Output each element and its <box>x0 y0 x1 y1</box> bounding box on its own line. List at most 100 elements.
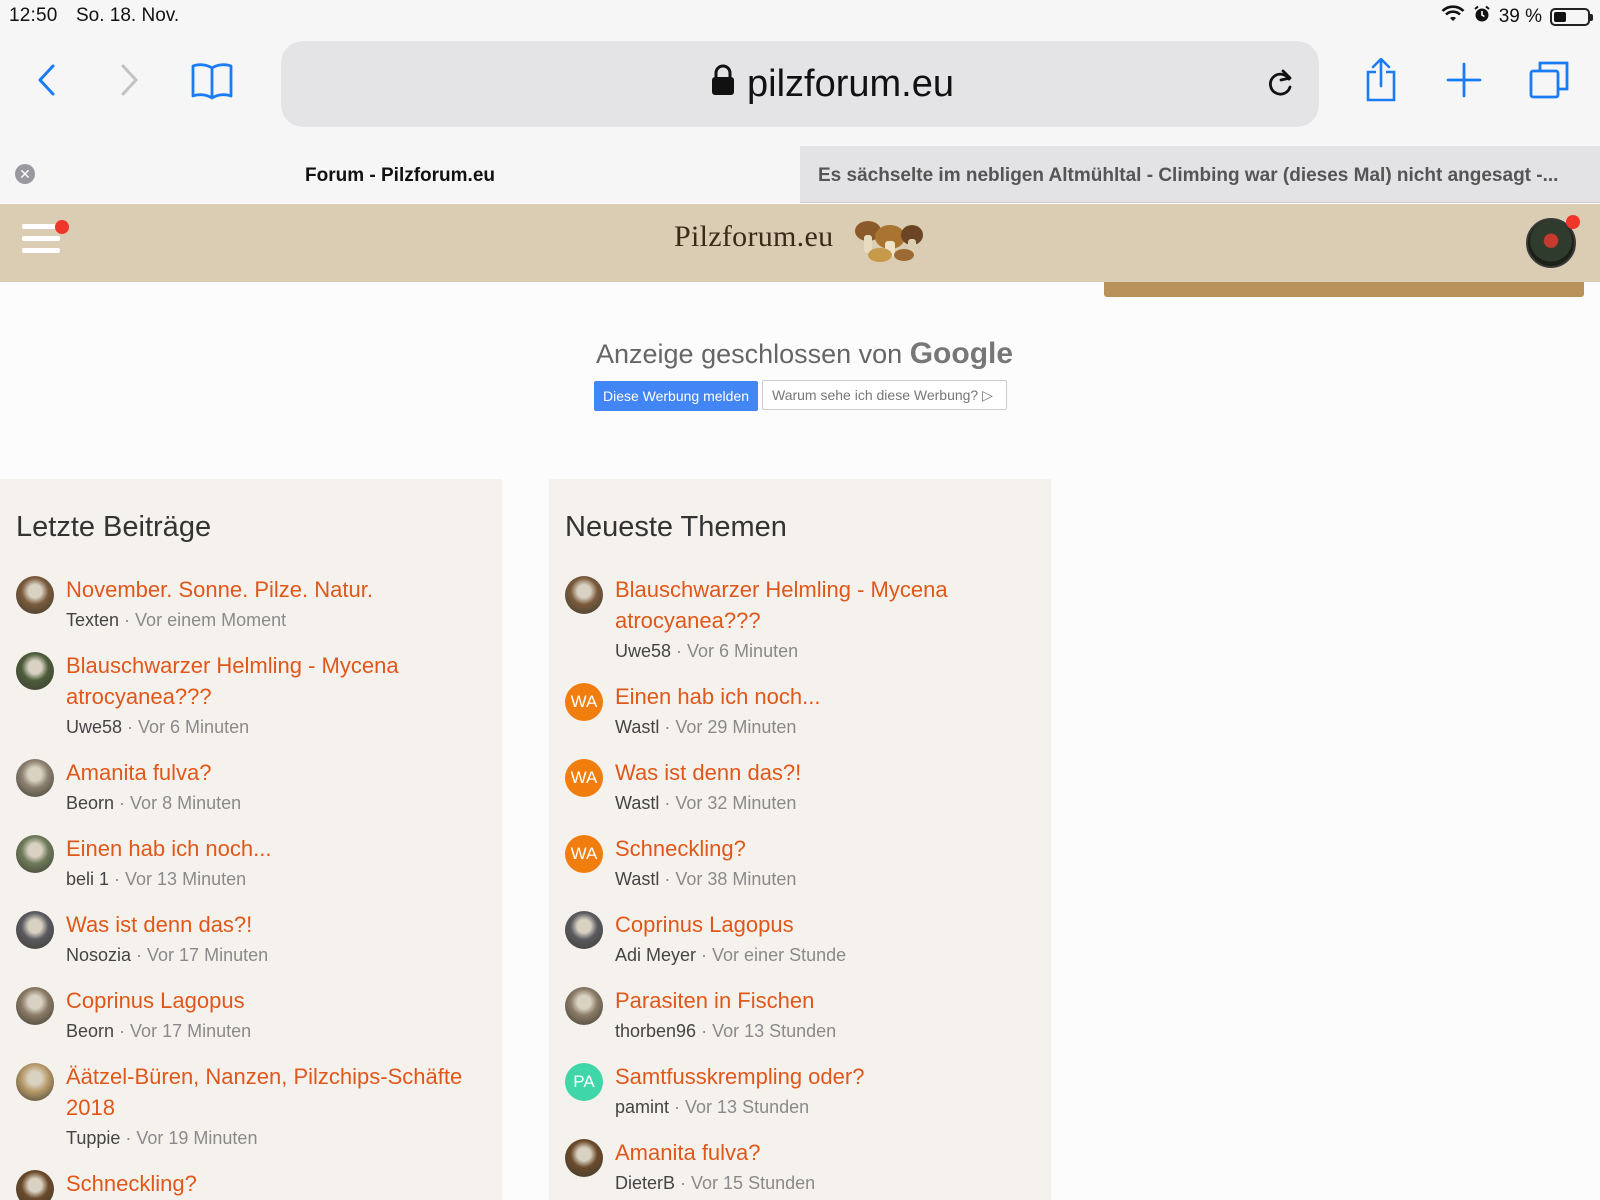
topic-link[interactable]: Amanita fulva? <box>66 757 496 788</box>
avatar[interactable] <box>565 576 603 614</box>
author-name[interactable]: Uwe58 <box>615 641 671 661</box>
topic-link[interactable]: Was ist denn das?! <box>615 757 1045 788</box>
author-name[interactable]: Wastl <box>615 869 659 889</box>
topic-link[interactable]: Coprinus Lagopus <box>66 985 496 1016</box>
meta-separator: · <box>696 945 713 965</box>
bookmarks-icon[interactable] <box>188 56 236 104</box>
back-icon[interactable] <box>23 56 71 104</box>
topic-link[interactable]: Blauschwarzer Helmling - Mycena atrocyan… <box>615 574 1045 636</box>
alarm-icon <box>1473 5 1491 29</box>
user-avatar[interactable] <box>1526 215 1580 270</box>
author-name[interactable]: Nosozia <box>66 945 131 965</box>
list-item: Coprinus Lagopus Beorn · Vor 17 Minuten <box>16 985 496 1046</box>
topic-link[interactable]: Samtfusskrempling oder? <box>615 1061 1045 1092</box>
ad-closed-text: Anzeige geschlossen von <box>596 339 903 369</box>
avatar[interactable] <box>16 1170 54 1200</box>
why-ad-button[interactable]: Warum sehe ich diese Werbung? ▷ <box>762 380 1007 410</box>
author-name[interactable]: Texten <box>66 610 119 630</box>
topic-link[interactable]: Amanita fulva? <box>615 1137 1045 1168</box>
report-ad-button[interactable]: Diese Werbung melden <box>594 381 758 411</box>
url-display[interactable]: pilzforum.eu <box>711 63 954 106</box>
post-meta: Tuppie · Vor 19 Minuten <box>66 1123 496 1153</box>
topic-link[interactable]: Schneckling? <box>615 833 1045 864</box>
post-time: Vor 13 Stunden <box>712 1021 837 1041</box>
status-right: 39 % <box>1441 5 1593 29</box>
avatar[interactable] <box>565 911 603 949</box>
post-meta: Nosozia · Vor 17 Minuten <box>66 940 496 970</box>
author-name[interactable]: Wastl <box>615 717 659 737</box>
avatar[interactable]: WA <box>565 759 603 797</box>
post-meta: thorben96 · Vor 13 Stunden <box>615 1016 1045 1046</box>
reload-icon[interactable] <box>1265 67 1295 104</box>
list-item: Was ist denn das?! Nosozia · Vor 17 Minut… <box>16 909 496 970</box>
site-logo[interactable]: Pilzforum.eu <box>674 220 833 254</box>
tab-title: Es sächselte im nebligen Altmühltal - Cl… <box>818 165 1559 186</box>
post-time: Vor 6 Minuten <box>138 717 250 737</box>
topic-link[interactable]: Einen hab ich noch... <box>66 833 496 864</box>
browser-toolbar: pilzforum.eu <box>0 34 1600 146</box>
tabs-icon[interactable] <box>1525 56 1573 104</box>
topic-link[interactable]: Einen hab ich noch... <box>615 681 1045 712</box>
avatar[interactable] <box>16 759 54 797</box>
list-item: Blauschwarzer Helmling - Mycena atrocyan… <box>16 650 496 742</box>
post-time: Vor 8 Minuten <box>130 793 242 813</box>
avatar[interactable] <box>16 576 54 614</box>
newest-topics-panel: Neueste Themen Blauschwarzer Helmling - … <box>549 479 1051 1200</box>
list-item: Einen hab ich noch... beli 1 · Vor 13 Min… <box>16 833 496 894</box>
meta-separator: · <box>119 610 136 630</box>
meta-separator: · <box>675 1173 692 1193</box>
url-bar[interactable]: pilzforum.eu <box>281 41 1319 127</box>
topic-link[interactable]: Äätzel-Büren, Nanzen, Pilzchips-Schäfte … <box>66 1061 496 1123</box>
author-name[interactable]: DieterB <box>615 1173 675 1193</box>
menu-icon[interactable] <box>22 220 69 260</box>
author-name[interactable]: Uwe58 <box>66 717 122 737</box>
post-meta: Wastl · Vor 32 Minuten <box>615 788 1045 818</box>
topic-link[interactable]: Coprinus Lagopus <box>615 909 1045 940</box>
meta-separator: · <box>131 945 148 965</box>
forward-icon[interactable] <box>105 56 153 104</box>
author-name[interactable]: Wastl <box>615 793 659 813</box>
avatar[interactable] <box>565 987 603 1025</box>
topic-link[interactable]: Parasiten in Fischen <box>615 985 1045 1016</box>
avatar[interactable] <box>16 1063 54 1101</box>
topic-link[interactable]: Blauschwarzer Helmling - Mycena atrocyan… <box>66 650 496 712</box>
meta-separator: · <box>669 1097 686 1117</box>
avatar[interactable] <box>16 835 54 873</box>
url-text: pilzforum.eu <box>747 63 954 105</box>
post-meta: Wastl · Vor 29 Minuten <box>615 712 1045 742</box>
author-name[interactable]: Tuppie <box>66 1128 120 1148</box>
share-icon[interactable] <box>1357 56 1405 104</box>
topic-link[interactable]: Schneckling? <box>66 1168 496 1199</box>
post-meta: DieterB · Vor 15 Stunden <box>615 1168 1045 1198</box>
list-item: WA Was ist denn das?! Wastl · Vor 32 Minut… <box>565 757 1045 818</box>
author-name[interactable]: beli 1 <box>66 869 109 889</box>
tab-bar: ✕ Forum - Pilzforum.eu Es sächselte im n… <box>0 146 1600 203</box>
post-time: Vor einem Moment <box>135 610 287 630</box>
author-name[interactable]: thorben96 <box>615 1021 696 1041</box>
status-bar: 12:50 So. 18. Nov. 39 % <box>0 0 1600 34</box>
list-item: WA Einen hab ich noch... Wastl · Vor 29 Mi… <box>565 681 1045 742</box>
meta-separator: · <box>122 717 139 737</box>
avatar[interactable] <box>16 911 54 949</box>
new-tab-icon[interactable] <box>1440 56 1488 104</box>
tab-thread[interactable]: Es sächselte im nebligen Altmühltal - Cl… <box>800 146 1600 202</box>
post-meta: Wastl · Vor 38 Minuten <box>615 864 1045 894</box>
topic-link[interactable]: November. Sonne. Pilze. Natur. <box>66 574 496 605</box>
avatar[interactable] <box>565 1139 603 1177</box>
avatar[interactable] <box>16 652 54 690</box>
author-name[interactable]: Beorn <box>66 793 114 813</box>
list-item: Coprinus Lagopus Adi Meyer · Vor einer St… <box>565 909 1045 970</box>
author-name[interactable]: pamint <box>615 1097 669 1117</box>
mushroom-logo-icon <box>850 217 926 268</box>
avatar[interactable]: WA <box>565 835 603 873</box>
avatar[interactable]: PA <box>565 1063 603 1101</box>
site-header: Pilzforum.eu <box>0 204 1600 282</box>
author-name[interactable]: Adi Meyer <box>615 945 696 965</box>
topic-link[interactable]: Was ist denn das?! <box>66 909 496 940</box>
avatar[interactable]: WA <box>565 683 603 721</box>
tab-forum[interactable]: ✕ Forum - Pilzforum.eu <box>0 146 800 203</box>
author-name[interactable]: Beorn <box>66 1021 114 1041</box>
meta-separator: · <box>671 641 688 661</box>
avatar[interactable] <box>16 987 54 1025</box>
post-time: Vor 17 Minuten <box>147 945 269 965</box>
